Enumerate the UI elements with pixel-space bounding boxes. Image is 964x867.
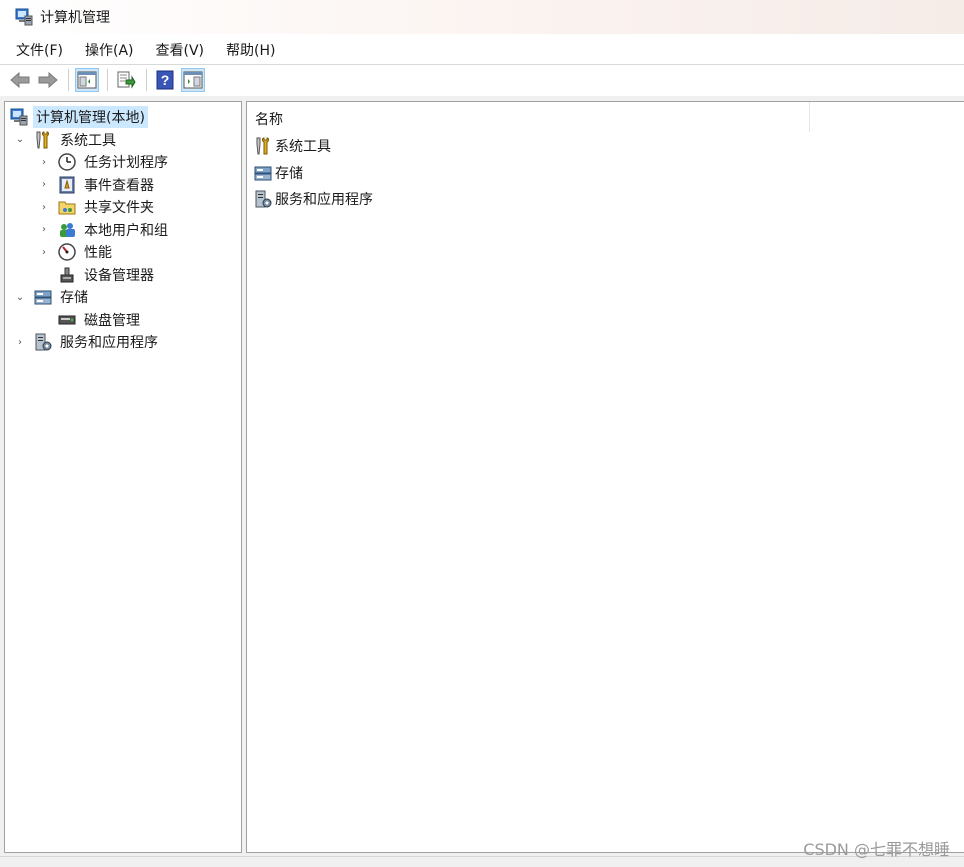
tools-icon	[256, 137, 269, 155]
users-icon	[60, 222, 75, 237]
tree-node[interactable]: 设备管理器	[37, 264, 157, 286]
services-icon	[255, 190, 272, 208]
toolbar-separator	[146, 69, 147, 91]
svg-text:?: ?	[161, 72, 170, 88]
tree-node-label: 共享文件夹	[84, 200, 154, 216]
menu-help[interactable]: 帮助(H)	[218, 38, 283, 62]
tree-node-label: 系统工具	[60, 132, 116, 149]
tree-node[interactable]: › 任务计划程序	[37, 151, 171, 173]
tree-node[interactable]: › 性能	[37, 241, 115, 263]
menu-bar: 文件(F) 操作(A) 查看(V) 帮助(H)	[0, 36, 964, 64]
tree-node-label: 任务计划程序	[84, 155, 168, 171]
performance-icon	[58, 243, 76, 261]
menu-view[interactable]: 查看(V)	[148, 38, 213, 62]
back-button[interactable]	[8, 68, 32, 92]
tree-node-label: 服务和应用程序	[60, 335, 158, 351]
clock-icon	[58, 153, 76, 171]
tools-icon	[36, 130, 49, 148]
list-column-header: 名称	[247, 102, 964, 132]
help-button[interactable]: ?	[153, 68, 177, 92]
storage-icon	[34, 290, 52, 305]
export-list-button[interactable]	[114, 68, 138, 92]
tree-expander-icon[interactable]: ›	[13, 337, 27, 348]
column-divider[interactable]	[809, 102, 810, 132]
tree-expander-icon[interactable]: ⌄	[13, 134, 27, 145]
workspace: 计算机管理(本地) ⌄ 系统工具 › 任务计划程序 › 事件查看器 › 共享文件夹 › 本地用户和组…	[0, 96, 964, 856]
list-item[interactable]: 系统工具	[253, 135, 331, 157]
computer-management-icon	[15, 8, 33, 26]
disk-icon	[58, 315, 76, 324]
device-manager-icon	[60, 267, 74, 282]
tree-expander-icon[interactable]: ›	[37, 247, 51, 258]
title-bar: 计算机管理	[0, 0, 964, 34]
list-item[interactable]: 服务和应用程序	[253, 188, 373, 210]
tree-node[interactable]: 磁盘管理	[37, 309, 143, 331]
watermark: CSDN @七罪不想睡	[803, 840, 950, 859]
tree-node[interactable]: › 共享文件夹	[37, 196, 157, 218]
tree-node-label: 存储	[60, 290, 88, 306]
tree-node-label: 事件查看器	[84, 177, 154, 194]
tree-expander-icon[interactable]: ›	[37, 157, 51, 168]
column-header-name[interactable]: 名称	[255, 109, 283, 129]
forward-button[interactable]	[36, 68, 60, 92]
shared-folder-icon	[58, 201, 76, 215]
tree-node-label: 性能	[84, 245, 112, 261]
help-icon: ?	[156, 70, 174, 90]
show-hide-action-pane-button[interactable]	[181, 68, 205, 92]
console-tree-pane[interactable]: 计算机管理(本地) ⌄ 系统工具 › 任务计划程序 › 事件查看器 › 共享文件夹 › 本地用户和组…	[4, 101, 242, 853]
tree-node[interactable]: › 事件查看器	[37, 174, 157, 196]
tree-expander-icon[interactable]: ⌄	[13, 292, 27, 303]
tree-node-label: 磁盘管理	[84, 312, 140, 329]
list-item[interactable]: 存储	[253, 162, 303, 184]
window-title: 计算机管理	[40, 10, 110, 26]
tree-node[interactable]: › 本地用户和组	[37, 219, 171, 241]
storage-icon	[254, 166, 272, 180]
event-viewer-icon	[59, 176, 75, 193]
toolbar-separator	[68, 69, 69, 91]
list-item-label: 系统工具	[275, 139, 331, 155]
console-tree-icon	[77, 71, 97, 89]
tree-expander-icon[interactable]: ›	[37, 179, 51, 190]
list-item-label: 服务和应用程序	[275, 192, 373, 208]
menu-action[interactable]: 操作(A)	[77, 38, 142, 62]
forward-arrow-icon	[38, 71, 58, 89]
tree-node-label: 本地用户和组	[84, 222, 168, 239]
show-hide-console-tree-button[interactable]	[75, 68, 99, 92]
tree-node[interactable]: ⌄ 系统工具	[13, 129, 119, 151]
back-arrow-icon	[10, 71, 30, 89]
tree-node-label: 计算机管理(本地)	[33, 106, 148, 128]
computer-management-icon	[10, 108, 28, 126]
services-icon	[35, 333, 52, 351]
tree-expander-icon[interactable]: ›	[37, 224, 51, 235]
toolbar: ?	[0, 65, 964, 95]
toolbar-separator	[107, 69, 108, 91]
export-list-icon	[117, 71, 136, 89]
tree-expander-icon[interactable]: ›	[37, 202, 51, 213]
list-item-label: 存储	[275, 165, 303, 182]
action-pane-icon	[183, 71, 203, 89]
tree-node[interactable]: › 服务和应用程序	[13, 331, 161, 353]
details-pane[interactable]: 名称 系统工具存储服务和应用程序	[246, 101, 964, 853]
tree-node[interactable]: 计算机管理(本地)	[9, 106, 148, 128]
tree-node[interactable]: ⌄ 存储	[13, 286, 91, 308]
menu-file[interactable]: 文件(F)	[8, 38, 71, 62]
tree-node-label: 设备管理器	[84, 267, 154, 284]
